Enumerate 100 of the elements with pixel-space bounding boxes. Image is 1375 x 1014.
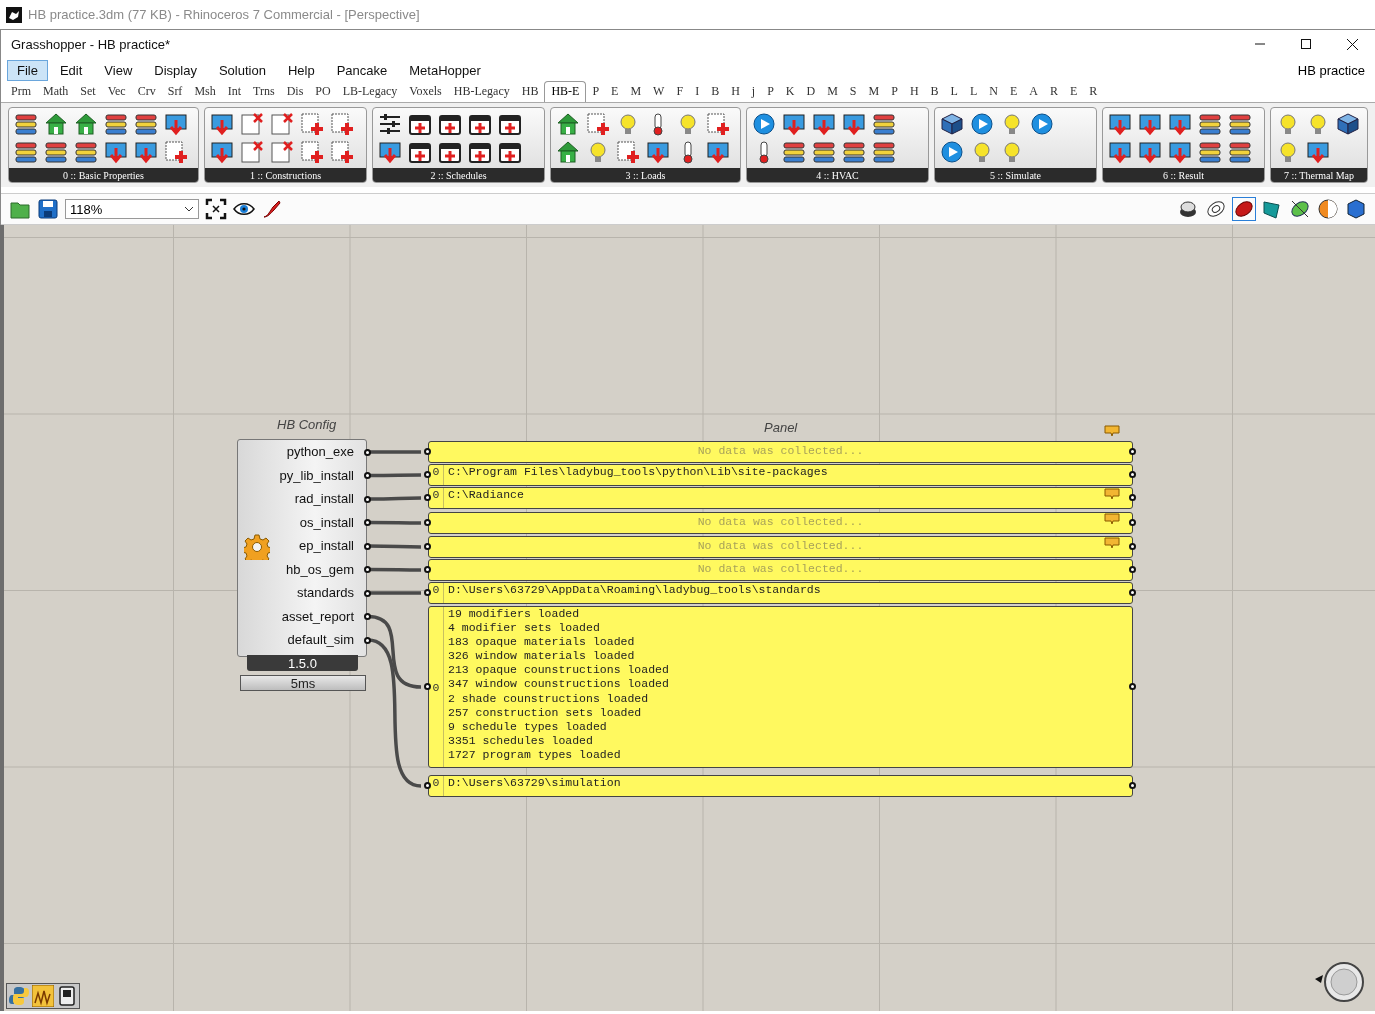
ribbon-tab[interactable]: H bbox=[725, 84, 746, 102]
sliders-icon[interactable] bbox=[378, 112, 402, 136]
menu-item[interactable]: MetaHopper bbox=[399, 59, 491, 81]
ribbon-tab[interactable]: Crv bbox=[131, 84, 162, 102]
output-grip[interactable] bbox=[1129, 565, 1136, 573]
ribbon-tab[interactable]: Msh bbox=[188, 84, 222, 102]
ribbon-tab[interactable]: I bbox=[689, 84, 706, 102]
menu-item[interactable]: Help bbox=[277, 59, 325, 81]
ribbon-tab[interactable]: M bbox=[821, 84, 844, 102]
ribbon-tab[interactable]: j bbox=[745, 84, 762, 102]
ribbon-tab[interactable]: PO bbox=[309, 84, 337, 102]
ribbon-tab[interactable]: Voxels bbox=[403, 84, 448, 102]
balloon-icon[interactable] bbox=[1104, 425, 1120, 437]
layers-icon[interactable] bbox=[104, 112, 128, 136]
export-icon[interactable] bbox=[134, 140, 158, 164]
add-icon[interactable] bbox=[586, 112, 610, 136]
input-grip[interactable] bbox=[424, 682, 431, 690]
export-icon[interactable] bbox=[842, 112, 866, 136]
input-grip[interactable] bbox=[424, 542, 431, 550]
layers-icon[interactable] bbox=[872, 140, 896, 164]
play-icon[interactable] bbox=[970, 112, 994, 136]
export-icon[interactable] bbox=[1168, 140, 1192, 164]
ribbon-tab[interactable]: K bbox=[779, 84, 801, 102]
ribbon-tab[interactable]: A bbox=[1023, 84, 1044, 102]
delete-icon[interactable] bbox=[270, 112, 294, 136]
ribbon-tab[interactable]: M bbox=[862, 84, 886, 102]
input-grip[interactable] bbox=[424, 781, 431, 789]
output-grip[interactable] bbox=[364, 636, 371, 644]
delete-icon[interactable] bbox=[240, 140, 264, 164]
zoom-field[interactable]: 118% bbox=[65, 199, 199, 219]
layers-icon[interactable] bbox=[134, 112, 158, 136]
house-icon[interactable] bbox=[556, 140, 580, 164]
ribbon-tab[interactable]: Vec bbox=[101, 84, 132, 102]
ribbon-tab[interactable]: Prm bbox=[5, 84, 37, 102]
ribbon-tab[interactable]: E bbox=[605, 84, 625, 102]
play-icon[interactable] bbox=[1030, 112, 1054, 136]
calendar-icon[interactable] bbox=[408, 112, 432, 136]
add-icon[interactable] bbox=[300, 140, 324, 164]
input-grip[interactable] bbox=[424, 518, 431, 526]
export-icon[interactable] bbox=[706, 140, 730, 164]
calendar-icon[interactable] bbox=[438, 140, 462, 164]
ribbon-tab[interactable]: D bbox=[800, 84, 822, 102]
export-icon[interactable] bbox=[646, 140, 670, 164]
delete-icon[interactable] bbox=[240, 112, 264, 136]
cube-icon[interactable] bbox=[940, 112, 964, 136]
input-grip[interactable] bbox=[424, 588, 431, 596]
ribbon-tab[interactable]: E bbox=[1003, 84, 1024, 102]
ribbon-tab[interactable]: Set bbox=[74, 84, 102, 102]
output-grip[interactable] bbox=[364, 495, 371, 503]
calendar-icon[interactable] bbox=[468, 112, 492, 136]
calendar-icon[interactable] bbox=[498, 140, 522, 164]
ribbon-tab[interactable]: L bbox=[944, 84, 964, 102]
input-grip[interactable] bbox=[424, 565, 431, 573]
ribbon-tab[interactable]: Srf bbox=[161, 84, 189, 102]
export-icon[interactable] bbox=[1306, 140, 1330, 164]
ribbon-tab[interactable]: LB-Legacy bbox=[336, 84, 404, 102]
export-icon[interactable] bbox=[378, 140, 402, 164]
group-label[interactable]: 4 :: HVAC bbox=[747, 168, 928, 182]
output-grip[interactable] bbox=[364, 566, 371, 573]
ribbon-tab[interactable]: Math bbox=[37, 84, 75, 102]
ribbon-tab[interactable]: Int bbox=[221, 84, 248, 102]
polygon-icon[interactable] bbox=[1345, 198, 1367, 220]
save-icon[interactable] bbox=[37, 198, 59, 220]
menu-item[interactable]: Pancake bbox=[326, 59, 398, 81]
menu-item[interactable]: Display bbox=[144, 59, 207, 81]
output-grip[interactable] bbox=[364, 542, 371, 550]
group-label[interactable]: 0 :: Basic Properties bbox=[9, 168, 198, 182]
ribbon-tab[interactable]: P bbox=[885, 84, 904, 102]
output-grip[interactable] bbox=[364, 589, 371, 597]
layers-icon[interactable] bbox=[44, 140, 68, 164]
group-label[interactable]: 6 :: Result bbox=[1103, 168, 1264, 182]
text-panel[interactable]: 0 C:\Radiance bbox=[428, 487, 1133, 509]
balloon-icon[interactable] bbox=[1104, 488, 1120, 500]
ribbon-tab[interactable]: F bbox=[670, 84, 690, 102]
add-icon[interactable] bbox=[706, 112, 730, 136]
output-grip[interactable] bbox=[1129, 493, 1136, 501]
cube-icon[interactable] bbox=[1336, 112, 1360, 136]
export-icon[interactable] bbox=[104, 140, 128, 164]
ribbon-tab[interactable]: W bbox=[647, 84, 671, 102]
house-icon[interactable] bbox=[74, 112, 98, 136]
output-grip[interactable] bbox=[1129, 518, 1136, 526]
input-grip[interactable] bbox=[424, 493, 431, 501]
export-icon[interactable] bbox=[1168, 112, 1192, 136]
export-icon[interactable] bbox=[812, 112, 836, 136]
group-label[interactable]: 2 :: Schedules bbox=[373, 168, 544, 182]
house-icon[interactable] bbox=[556, 112, 580, 136]
cut-shape-icon[interactable] bbox=[1289, 198, 1311, 220]
export-icon[interactable] bbox=[1138, 112, 1162, 136]
layers-icon[interactable] bbox=[14, 140, 38, 164]
ribbon-tab[interactable]: Trns bbox=[247, 84, 281, 102]
navigation-widget-icon[interactable] bbox=[1313, 961, 1365, 1003]
layers-icon[interactable] bbox=[14, 112, 38, 136]
layers-icon[interactable] bbox=[74, 140, 98, 164]
text-panel[interactable]: 0 D:\Users\63729\AppData\Roaming\ladybug_tools\standards bbox=[428, 582, 1133, 604]
layers-icon[interactable] bbox=[1198, 112, 1222, 136]
layers-icon[interactable] bbox=[812, 140, 836, 164]
shaded-icon[interactable] bbox=[1233, 198, 1255, 220]
ribbon-tab[interactable]: N bbox=[983, 84, 1004, 102]
output-grip[interactable] bbox=[1129, 542, 1136, 550]
export-icon[interactable] bbox=[782, 112, 806, 136]
